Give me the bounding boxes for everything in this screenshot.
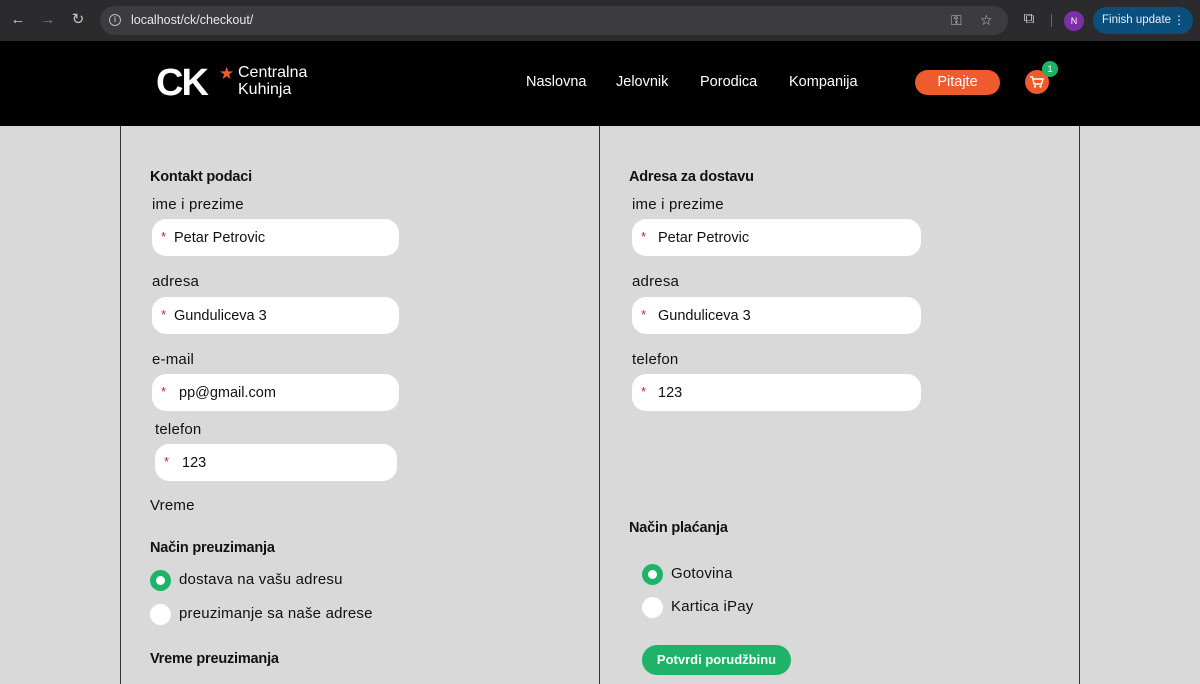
- cart-count-badge: 1: [1042, 61, 1058, 77]
- logo-line-2: Kuhinja: [238, 81, 292, 98]
- site-header: CK ★ Centralna Kuhinja Naslovna Jelovnik…: [0, 41, 1200, 126]
- required-asterisk: *: [161, 384, 167, 399]
- pickup-time-title: Vreme preuzimanja: [150, 651, 279, 667]
- bookmark-star-icon[interactable]: ☆: [980, 12, 993, 29]
- radio-button-checked[interactable]: [642, 564, 663, 585]
- contact-email-field[interactable]: *: [152, 374, 399, 411]
- password-key-icon[interactable]: ⚿: [951, 12, 962, 29]
- more-menu-icon: ⋮: [1173, 13, 1185, 27]
- finish-update-label: Finish update: [1102, 14, 1172, 26]
- radio-button[interactable]: [150, 604, 171, 625]
- required-asterisk: *: [641, 229, 647, 244]
- url-text[interactable]: localhost/ck/checkout/: [131, 13, 253, 27]
- nav-porodica[interactable]: Porodica: [700, 74, 757, 90]
- contact-address-field[interactable]: *: [152, 297, 399, 334]
- delivery-phone-input[interactable]: [658, 382, 858, 403]
- reload-icon[interactable]: ↻: [68, 10, 88, 30]
- extensions-puzzle-icon[interactable]: ⧉: [1020, 10, 1038, 28]
- confirm-order-button[interactable]: Potvrdi porudžbinu: [642, 645, 791, 675]
- required-asterisk: *: [641, 307, 647, 322]
- payment-section-title: Način plaćanja: [629, 520, 728, 536]
- delivery-name-input[interactable]: [658, 227, 858, 248]
- delivery-phone-label: telefon: [632, 351, 679, 368]
- delivery-address-label: adresa: [632, 273, 680, 290]
- panel-border-left: [120, 126, 121, 684]
- payment-option-label: Gotovina: [671, 565, 733, 582]
- forward-arrow-icon[interactable]: →: [38, 10, 58, 30]
- contact-phone-input[interactable]: [182, 452, 382, 473]
- delivery-section-title: Adresa za dostavu: [629, 169, 754, 185]
- nav-naslovna[interactable]: Naslovna: [526, 74, 586, 90]
- required-asterisk: *: [161, 307, 167, 322]
- contact-phone-label: telefon: [155, 421, 202, 438]
- contact-phone-field[interactable]: *: [155, 444, 397, 481]
- logo-line-1: Centralna: [238, 64, 308, 81]
- ask-button[interactable]: Pitajte: [915, 70, 1000, 95]
- finish-update-button[interactable]: Finish update ⋮: [1093, 7, 1193, 34]
- contact-email-label: e-mail: [152, 351, 195, 368]
- pickup-section-title: Način preuzimanja: [150, 540, 275, 556]
- nav-kompanija[interactable]: Kompanija: [789, 74, 858, 90]
- profile-avatar[interactable]: N: [1064, 11, 1084, 31]
- site-info-icon[interactable]: i: [109, 14, 121, 26]
- logo-star-icon: ★: [219, 64, 235, 83]
- contact-address-label: adresa: [152, 273, 200, 290]
- delivery-phone-field[interactable]: *: [632, 374, 921, 411]
- pickup-option-label: dostava na vašu adresu: [179, 571, 343, 588]
- cart-icon: [1030, 76, 1044, 88]
- pickup-option-label: preuzimanje sa naše adrese: [179, 605, 373, 622]
- browser-chrome: ← → ↻ i localhost/ck/checkout/ ⚿ ☆ ⧉ N F…: [0, 0, 1200, 41]
- contact-name-field[interactable]: *: [152, 219, 399, 256]
- logo-ck: CK: [156, 62, 209, 104]
- payment-option-label: Kartica iPay: [671, 598, 754, 615]
- delivery-address-input[interactable]: [658, 305, 858, 326]
- contact-section-title: Kontakt podaci: [150, 169, 252, 185]
- panel-divider: [599, 126, 600, 684]
- required-asterisk: *: [161, 229, 167, 244]
- contact-address-input[interactable]: [174, 305, 374, 326]
- nav-jelovnik[interactable]: Jelovnik: [616, 74, 668, 90]
- logo-text: Centralna Kuhinja: [238, 64, 307, 98]
- radio-button-checked[interactable]: [150, 570, 171, 591]
- required-asterisk: *: [641, 384, 647, 399]
- toolbar-divider: [1051, 14, 1052, 27]
- address-bar[interactable]: i localhost/ck/checkout/ ⚿ ☆: [100, 6, 1008, 35]
- back-arrow-icon[interactable]: ←: [8, 10, 28, 30]
- delivery-name-label: ime i prezime: [632, 196, 724, 213]
- delivery-name-field[interactable]: *: [632, 219, 921, 256]
- radio-button[interactable]: [642, 597, 663, 618]
- required-asterisk: *: [164, 454, 170, 469]
- contact-name-label: ime i prezime: [152, 196, 244, 213]
- time-label: Vreme: [150, 497, 195, 514]
- delivery-address-field[interactable]: *: [632, 297, 921, 334]
- contact-name-input[interactable]: [174, 227, 374, 248]
- contact-email-input[interactable]: [179, 382, 379, 403]
- panel-border-right: [1079, 126, 1080, 684]
